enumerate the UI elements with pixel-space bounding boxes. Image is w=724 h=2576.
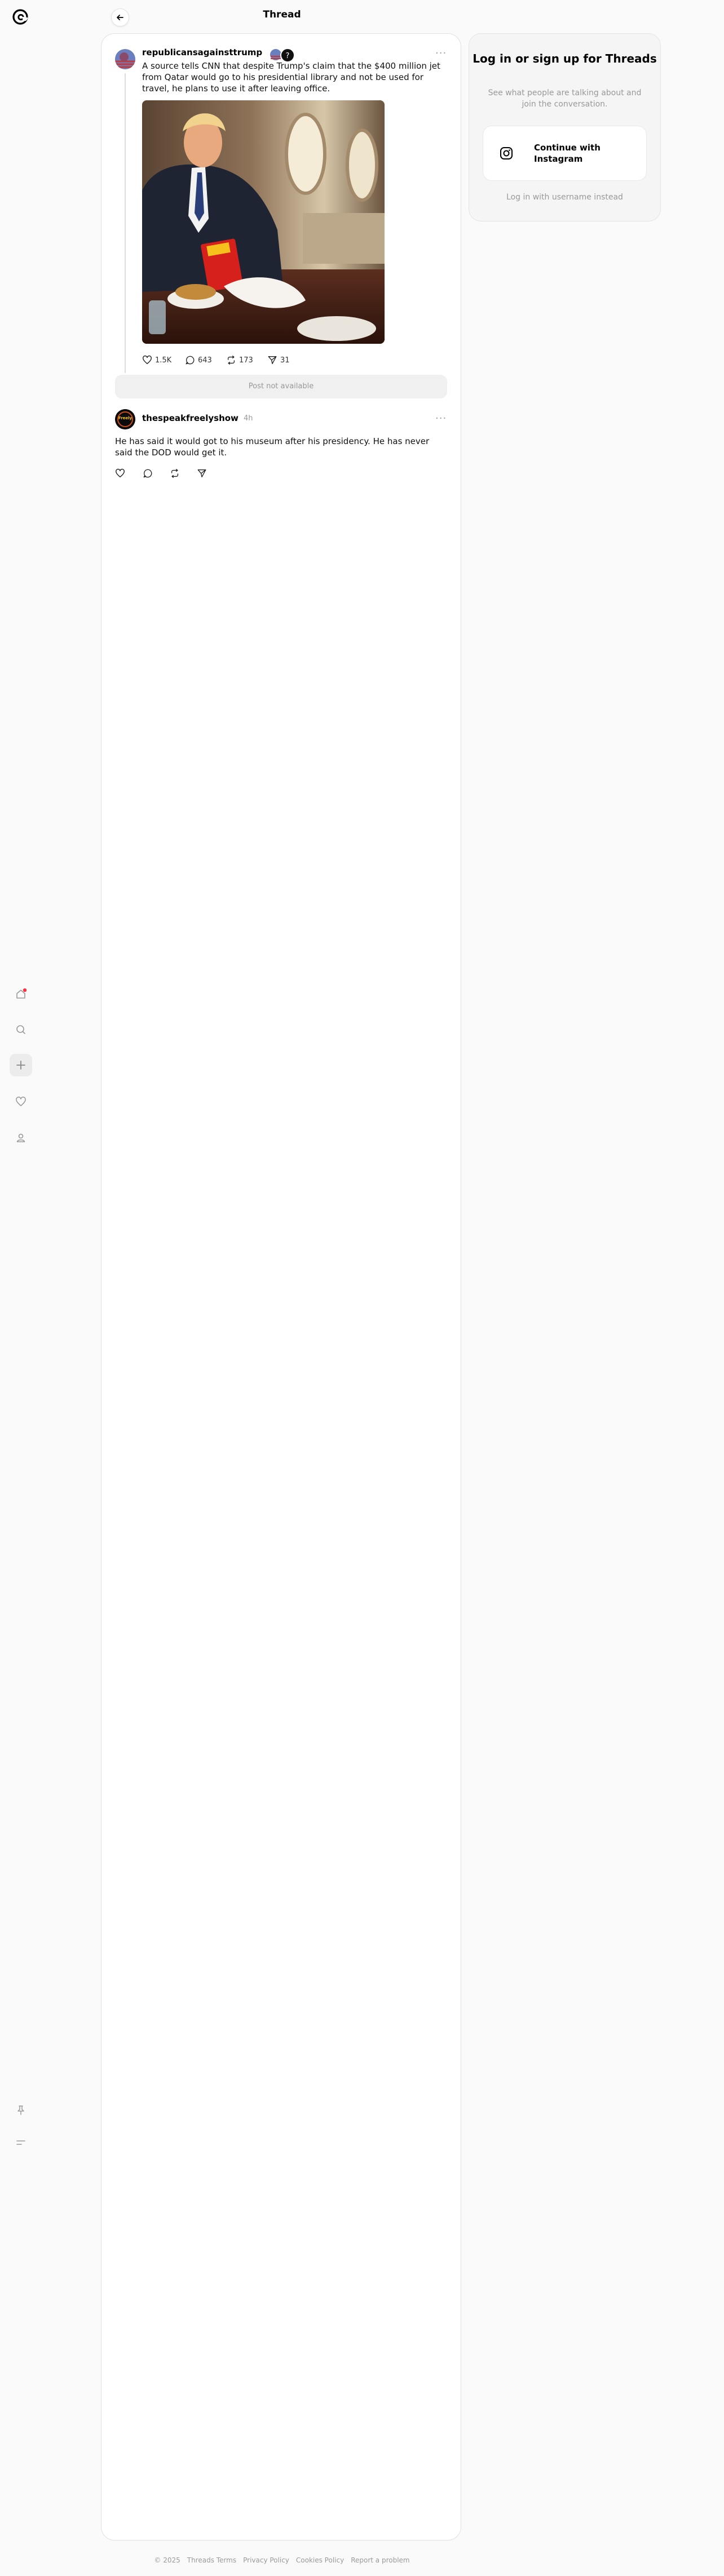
activity-nav-button[interactable] [10,1090,32,1113]
pinned-button[interactable] [10,2099,32,2121]
continue-with-instagram-button[interactable]: Continue with Instagram [483,126,647,181]
reply-send-icon[interactable] [197,468,207,478]
instagram-button-label: Continue with Instagram [534,143,601,164]
reply-button[interactable]: 643 [185,355,212,365]
post-unavailable-notice: Post not available [115,375,447,398]
footer-link-privacy[interactable]: Privacy Policy [243,2556,289,2564]
login-subtitle: See what people are talking about and jo… [488,88,642,109]
post-text: A source tells CNN that despite Trump's … [142,61,440,94]
post-image[interactable] [142,100,385,344]
login-card: Log in or sign up for Threads See what p… [469,33,661,221]
menu-button[interactable] [10,2131,32,2154]
search-icon [16,1025,25,1034]
home-nav-button[interactable] [10,983,32,1005]
home-icon [16,988,27,999]
footer-link-report[interactable]: Report a problem [351,2556,409,2564]
create-post-button[interactable] [10,1054,32,1076]
plus-icon [16,1061,25,1070]
avatar[interactable] [115,49,135,69]
heart-icon [143,355,152,365]
footer-copyright: © 2025 [154,2556,180,2564]
profile-icon [16,1133,25,1142]
reply-more-options-icon[interactable]: ··· [435,414,447,424]
page-title: Thread [263,9,301,20]
share-count: 31 [280,356,290,365]
footer-link-terms[interactable]: Threads Terms [187,2556,236,2564]
thread-card [101,33,461,2540]
search-nav-button[interactable] [10,1018,32,1041]
heart-icon [16,1096,26,1106]
reply-text: He has said it would got to his museum a… [115,436,430,458]
login-title: Log in or sign up for Threads [473,52,657,65]
reply-avatar-label: Freely [118,416,133,420]
reply-timestamp[interactable]: 4h [244,414,253,423]
menu-icon [16,2140,25,2145]
flag-avatar-icon [115,49,135,69]
thread-line [125,73,126,373]
footer-link-cookies[interactable]: Cookies Policy [296,2556,344,2564]
profile-nav-button[interactable] [10,1127,32,1149]
pin-icon [17,2105,24,2115]
comment-icon [186,356,195,365]
repost-count: 173 [239,356,253,365]
svg-text:?: ? [286,52,290,60]
reply-repost-icon[interactable] [170,468,180,478]
login-username-link[interactable]: Log in with username instead [469,193,660,202]
like-count: 1.5K [155,356,172,365]
repost-button[interactable]: 173 [226,355,253,365]
like-button[interactable]: 1.5K [142,355,171,365]
more-options-icon[interactable]: ··· [435,48,447,59]
send-icon [268,356,277,364]
repost-icon [227,356,235,365]
reply-username[interactable]: thespeakfreelyshow [142,413,239,423]
reply-avatar[interactable]: Freely [115,409,135,429]
reply-like-icon[interactable] [115,468,125,478]
reply-comment-icon[interactable] [143,468,153,478]
instagram-icon [499,146,514,161]
reply-count: 643 [198,356,212,365]
post-username[interactable]: republicansagainsttrump [142,47,262,57]
share-button[interactable]: 31 [267,355,290,365]
footer: © 2025 Threads Terms Privacy Policy Cook… [0,2556,564,2564]
